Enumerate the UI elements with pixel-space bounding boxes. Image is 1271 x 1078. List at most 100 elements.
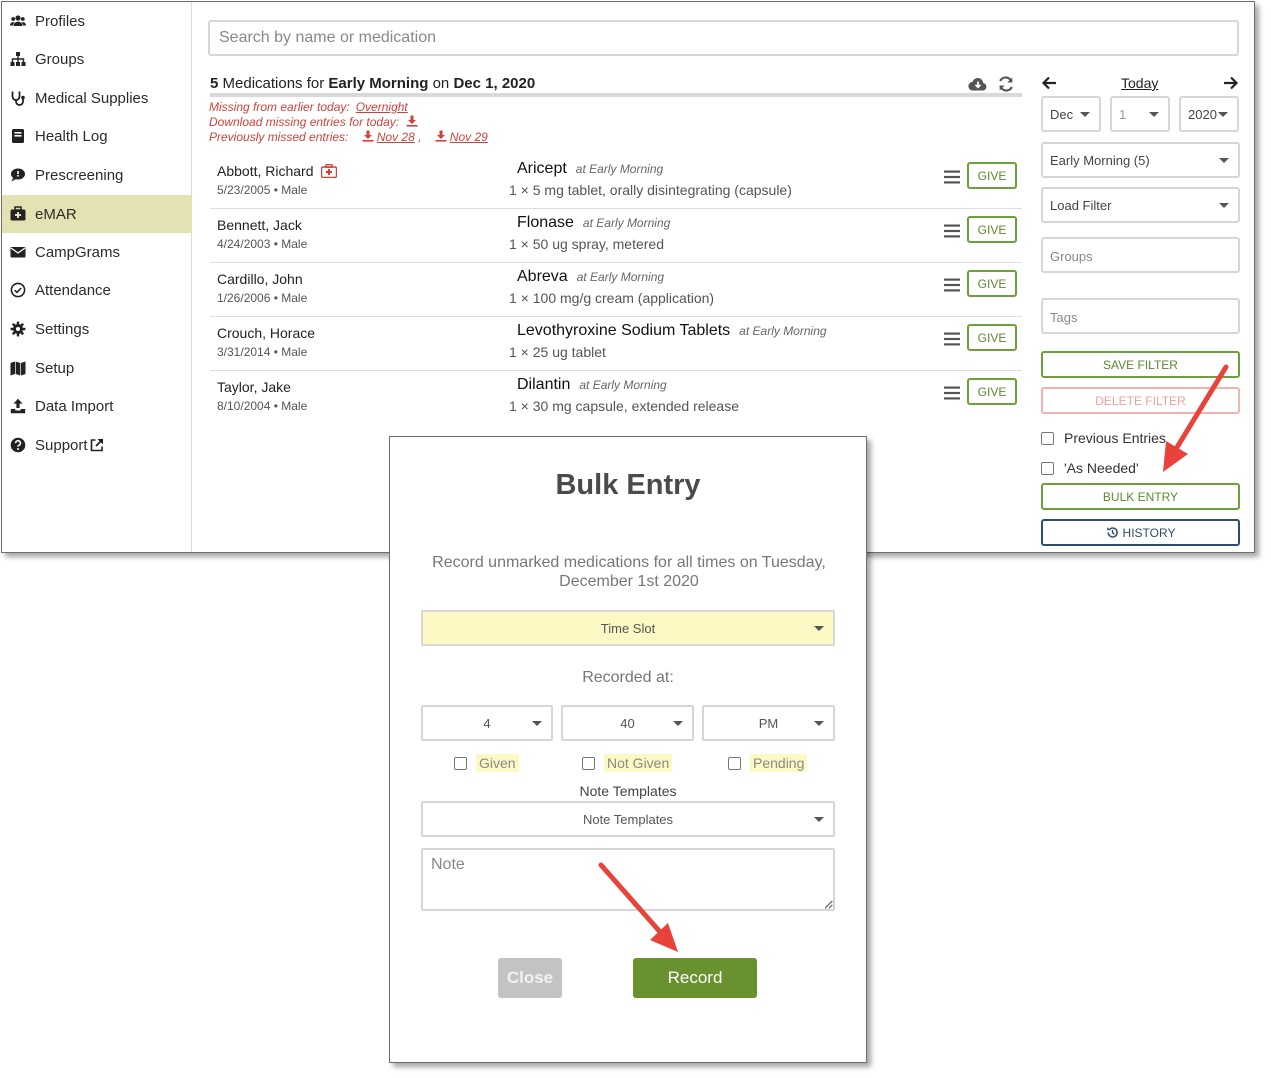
time-slot-select[interactable]: Time Slot — [421, 610, 835, 646]
resize-handle-icon[interactable] — [824, 900, 833, 909]
tags-input[interactable]: Tags — [1041, 298, 1240, 334]
gear-icon — [10, 321, 26, 337]
sidebar: Profiles Groups Medical Supplies Health … — [2, 2, 192, 552]
hour-select[interactable]: 4 — [421, 705, 553, 741]
patient-name[interactable]: Cardillo, John — [217, 271, 303, 287]
refresh-icon[interactable] — [996, 75, 1016, 97]
today-link[interactable]: Today — [1121, 75, 1158, 91]
dose-text: 1 × 100 mg/g cream (application) — [509, 290, 715, 306]
patient-info: 4/24/2003 • Male — [217, 237, 308, 251]
nov-29-link[interactable]: Nov 29 — [450, 130, 488, 144]
sidebar-item-health-log[interactable]: Health Log — [2, 117, 192, 155]
patient-name[interactable]: Taylor, Jake — [217, 379, 291, 395]
download-icon[interactable] — [362, 130, 374, 142]
recorded-at-label: Recorded at: — [582, 669, 674, 686]
patient-info: 8/10/2004 • Male — [217, 399, 308, 413]
hamburger-menu-icon[interactable] — [944, 386, 960, 400]
arrow-left-icon[interactable] — [1041, 75, 1057, 91]
as-needed-checkbox[interactable]: 'As Needed' — [1041, 460, 1139, 476]
load-filter-select[interactable]: Load Filter — [1041, 187, 1240, 223]
search-input[interactable] — [208, 20, 1239, 56]
patient-name[interactable]: Bennett, Jack — [217, 217, 302, 233]
medication-row: Cardillo, John 1/26/2006 • Male Abreva at… — [210, 263, 1022, 317]
timeslot-select[interactable]: Early Morning (5) — [1041, 142, 1240, 178]
previous-entries-checkbox[interactable]: Previous Entries — [1041, 430, 1166, 446]
drug-name: Aricept at Early Morning — [517, 160, 664, 177]
given-checkbox[interactable]: Given — [454, 754, 519, 772]
sidebar-item-label: CampGrams — [35, 243, 121, 261]
month-select[interactable]: Dec — [1041, 96, 1101, 132]
sidebar-item-label: eMAR — [35, 205, 77, 223]
download-notice: Download missing entries for today: — [209, 115, 418, 129]
users-icon — [10, 13, 26, 29]
patient-name[interactable]: Crouch, Horace — [217, 325, 315, 341]
hamburger-menu-icon[interactable] — [944, 332, 960, 346]
sidebar-item-profiles[interactable]: Profiles — [2, 2, 192, 40]
patient-info: 1/26/2006 • Male — [217, 291, 308, 305]
give-button[interactable]: GIVE — [967, 162, 1017, 189]
not-given-checkbox[interactable]: Not Given — [582, 754, 673, 772]
download-icon[interactable] — [435, 130, 447, 142]
comment-icon — [10, 167, 26, 183]
sidebar-item-label: Profiles — [35, 12, 86, 30]
sidebar-item-setup[interactable]: Setup — [2, 349, 192, 387]
sidebar-item-label: Settings — [35, 320, 90, 338]
header-text: Medications for — [222, 75, 325, 92]
record-button[interactable]: Record — [633, 958, 757, 998]
minute-select[interactable]: 40 — [561, 705, 694, 741]
sidebar-item-support[interactable]: Support — [2, 426, 192, 464]
drug-name: Abreva at Early Morning — [517, 268, 665, 285]
patient-name[interactable]: Abbott, Richard — [217, 163, 338, 179]
patient-info: 3/31/2014 • Male — [217, 345, 308, 359]
ampm-select[interactable]: PM — [702, 705, 835, 741]
patient-info: 5/23/2005 • Male — [217, 183, 308, 197]
pending-checkbox[interactable]: Pending — [728, 754, 808, 772]
sidebar-item-data-import[interactable]: Data Import — [2, 387, 192, 425]
overnight-link[interactable]: Overnight — [356, 100, 408, 114]
groups-input[interactable]: Groups — [1041, 237, 1240, 273]
checkbox[interactable] — [582, 756, 595, 770]
close-button[interactable]: Close — [498, 958, 562, 998]
stethoscope-icon — [10, 90, 26, 106]
give-button[interactable]: GIVE — [967, 270, 1017, 297]
download-icon[interactable] — [406, 115, 418, 127]
sidebar-item-prescreening[interactable]: Prescreening — [2, 156, 192, 194]
hamburger-menu-icon[interactable] — [944, 224, 960, 238]
arrow-right-icon[interactable] — [1223, 75, 1239, 91]
sidebar-item-attendance[interactable]: Attendance — [2, 271, 192, 309]
header-timeslot: Early Morning — [328, 75, 429, 92]
sidebar-item-label: Health Log — [35, 127, 108, 145]
history-button[interactable]: HISTORY — [1041, 519, 1240, 546]
checkbox[interactable] — [1041, 461, 1054, 475]
drug-name: Levothyroxine Sodium Tablets at Early Mor… — [517, 322, 827, 339]
checkbox[interactable] — [454, 756, 467, 770]
checkbox[interactable] — [1041, 431, 1054, 445]
sidebar-item-groups[interactable]: Groups — [2, 40, 192, 78]
year-select[interactable]: 2020 — [1179, 96, 1239, 132]
cloud-download-icon[interactable] — [968, 75, 988, 97]
chevron-down-icon — [1219, 203, 1229, 208]
save-filter-button[interactable]: SAVE FILTER — [1041, 351, 1240, 378]
give-button[interactable]: GIVE — [967, 216, 1017, 243]
give-button[interactable]: GIVE — [967, 324, 1017, 351]
note-templates-select[interactable]: Note Templates — [421, 801, 835, 837]
chevron-down-icon — [1219, 158, 1229, 163]
chevron-down-icon — [532, 721, 542, 726]
sidebar-item-campgrams[interactable]: CampGrams — [2, 233, 192, 271]
note-textarea[interactable] — [421, 848, 835, 911]
checkbox[interactable] — [728, 756, 741, 770]
sidebar-item-settings[interactable]: Settings — [2, 310, 192, 348]
sidebar-item-label: Medical Supplies — [35, 89, 149, 107]
delete-filter-button[interactable]: DELETE FILTER — [1041, 387, 1240, 414]
give-button[interactable]: GIVE — [967, 378, 1017, 405]
drug-name: Flonase at Early Morning — [517, 214, 671, 231]
nov-28-link[interactable]: Nov 28 — [377, 130, 415, 144]
sidebar-item-emar[interactable]: eMAR — [2, 195, 192, 233]
chevron-down-icon — [1149, 112, 1159, 117]
bulk-entry-button[interactable]: BULK ENTRY — [1041, 483, 1240, 510]
hamburger-menu-icon[interactable] — [944, 170, 960, 184]
day-select[interactable]: 1 — [1110, 96, 1170, 132]
sidebar-item-medical-supplies[interactable]: Medical Supplies — [2, 79, 192, 117]
bulk-entry-modal: Bulk Entry Record unmarked medications f… — [389, 436, 867, 1063]
hamburger-menu-icon[interactable] — [944, 278, 960, 292]
